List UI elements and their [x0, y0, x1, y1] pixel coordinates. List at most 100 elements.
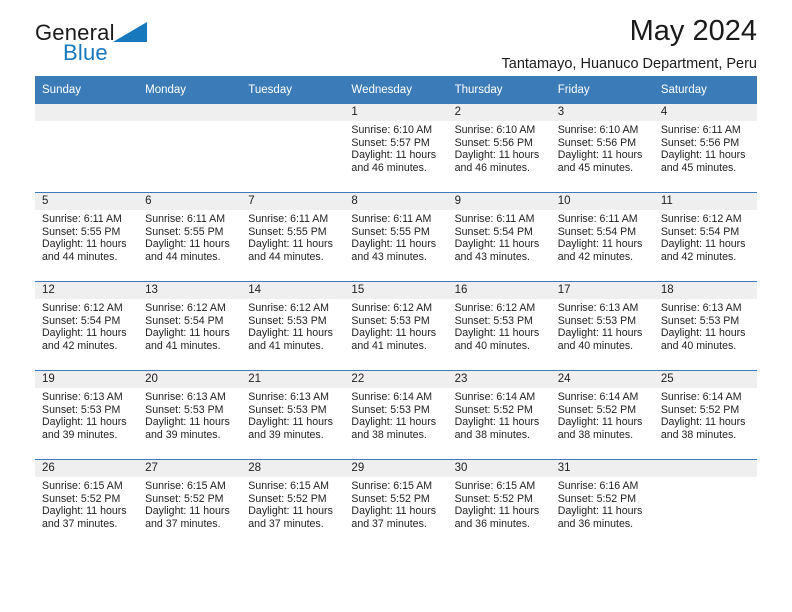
daylight-text-line2: and 39 minutes. [145, 428, 221, 441]
daylight-text-line1: Daylight: 11 hours [248, 416, 333, 429]
day-info: Sunrise: 6:10 AM Sunset: 5:56 PM Daylight:… [448, 121, 551, 174]
sunrise-text: Sunrise: 6:14 AM [454, 391, 536, 403]
calendar-day-cell[interactable]: 4 Sunrise: 6:11 AM Sunset: 5:56 PM Daylight… [653, 104, 757, 193]
calendar-day-cell[interactable]: 11 Sunrise: 6:12 AM Sunset: 5:54 PM Dayligh… [653, 192, 757, 282]
day-number: 20 [138, 371, 242, 388]
sunrise-text: Sunrise: 6:13 AM [248, 391, 329, 403]
daylight-text-line2: and 38 minutes. [557, 428, 634, 441]
sunrise-text: Sunrise: 6:13 AM [145, 391, 226, 403]
daylight-text-line2: and 36 minutes. [454, 517, 530, 530]
calendar-day-cell[interactable]: 9 Sunrise: 6:11 AM Sunset: 5:54 PM Daylight… [447, 192, 551, 282]
day-info: Sunrise: 6:10 AM Sunset: 5:57 PM Daylight:… [344, 121, 447, 174]
calendar-week-row: 19 Sunrise: 6:13 AM Sunset: 5:53 PM Dayligh… [35, 370, 757, 460]
day-number [653, 460, 757, 477]
day-info: Sunrise: 6:11 AM Sunset: 5:54 PM Daylight:… [551, 210, 654, 263]
calendar-day-cell[interactable]: 2 Sunrise: 6:10 AM Sunset: 5:56 PM Daylight… [447, 104, 551, 193]
calendar-cell-empty [241, 104, 345, 193]
calendar-week-row: 26 Sunrise: 6:15 AM Sunset: 5:52 PM Dayligh… [35, 459, 757, 548]
calendar-day-cell[interactable]: 21 Sunrise: 6:13 AM Sunset: 5:53 PM Dayligh… [241, 370, 345, 460]
daylight-text-line1: Daylight: 11 hours [42, 238, 127, 251]
calendar-day-cell[interactable]: 19 Sunrise: 6:13 AM Sunset: 5:53 PM Dayligh… [35, 370, 139, 460]
day-number: 25 [653, 371, 757, 388]
day-number: 1 [344, 104, 448, 121]
calendar-day-cell[interactable]: 6 Sunrise: 6:11 AM Sunset: 5:55 PM Daylight… [138, 192, 242, 282]
day-number [138, 104, 242, 121]
day-number: 14 [241, 282, 345, 299]
calendar-day-cell[interactable]: 12 Sunrise: 6:12 AM Sunset: 5:54 PM Dayligh… [35, 281, 139, 371]
sunrise-text: Sunrise: 6:11 AM [660, 124, 741, 136]
sunset-text: Sunset: 5:53 PM [248, 314, 327, 327]
calendar-day-cell[interactable]: 26 Sunrise: 6:15 AM Sunset: 5:52 PM Dayligh… [35, 459, 139, 548]
sunrise-text: Sunrise: 6:12 AM [454, 302, 536, 314]
calendar-day-cell[interactable]: 13 Sunrise: 6:12 AM Sunset: 5:54 PM Dayligh… [138, 281, 242, 371]
day-info: Sunrise: 6:12 AM Sunset: 5:53 PM Daylight:… [241, 299, 344, 352]
day-number: 5 [35, 193, 139, 210]
day-number: 28 [241, 460, 345, 477]
calendar-day-cell[interactable]: 16 Sunrise: 6:12 AM Sunset: 5:53 PM Dayligh… [447, 281, 551, 371]
weekday-header-friday: Friday [550, 76, 654, 104]
daylight-text-line1: Daylight: 11 hours [351, 238, 437, 251]
calendar-day-cell[interactable]: 17 Sunrise: 6:13 AM Sunset: 5:53 PM Dayligh… [550, 281, 654, 371]
sunrise-text: Sunrise: 6:15 AM [351, 480, 433, 492]
daylight-text-line1: Daylight: 11 hours [248, 238, 333, 251]
location-subtitle: Tantamayo, Huanuco Department, Peru [501, 55, 758, 72]
day-cell-content: 7 Sunrise: 6:11 AM Sunset: 5:55 PM Daylight… [241, 193, 345, 281]
day-cell-content: 24 Sunrise: 6:14 AM Sunset: 5:52 PM Dayligh… [550, 371, 654, 459]
sunrise-text: Sunrise: 6:12 AM [248, 302, 329, 314]
calendar-week-row: 1 Sunrise: 6:10 AM Sunset: 5:57 PM Daylight… [35, 104, 757, 193]
calendar-day-cell[interactable]: 3 Sunrise: 6:10 AM Sunset: 5:56 PM Daylight… [550, 104, 654, 193]
day-info: Sunrise: 6:14 AM Sunset: 5:53 PM Daylight:… [344, 388, 447, 441]
triangle-flag-icon [112, 22, 147, 46]
calendar-day-cell[interactable]: 25 Sunrise: 6:14 AM Sunset: 5:52 PM Dayligh… [653, 370, 757, 460]
calendar-day-cell[interactable]: 18 Sunrise: 6:13 AM Sunset: 5:53 PM Dayligh… [653, 281, 757, 371]
day-cell-content: 8 Sunrise: 6:11 AM Sunset: 5:55 PM Daylight… [344, 193, 448, 281]
calendar-day-cell[interactable]: 31 Sunrise: 6:16 AM Sunset: 5:52 PM Dayligh… [550, 459, 654, 548]
sunrise-text: Sunrise: 6:14 AM [660, 391, 742, 403]
calendar-day-cell[interactable]: 22 Sunrise: 6:14 AM Sunset: 5:53 PM Dayligh… [344, 370, 448, 460]
title-block: May 2024 Tantamayo, Huanuco Department, … [501, 15, 758, 73]
calendar-page: General Blue May 2024 Tantamayo, Huanuco… [0, 0, 792, 612]
day-number: 12 [35, 282, 139, 299]
daylight-text-line2: and 45 minutes. [660, 161, 737, 174]
calendar-day-cell[interactable]: 15 Sunrise: 6:12 AM Sunset: 5:53 PM Dayligh… [344, 281, 448, 371]
calendar-day-cell[interactable]: 27 Sunrise: 6:15 AM Sunset: 5:52 PM Dayligh… [138, 459, 242, 548]
calendar-day-cell[interactable]: 5 Sunrise: 6:11 AM Sunset: 5:55 PM Daylight… [35, 192, 139, 282]
calendar-cell-empty [653, 459, 757, 548]
day-info: Sunrise: 6:15 AM Sunset: 5:52 PM Daylight:… [344, 477, 447, 530]
daylight-text-line1: Daylight: 11 hours [454, 505, 540, 518]
sunrise-text: Sunrise: 6:10 AM [351, 124, 433, 136]
day-cell-content: 31 Sunrise: 6:16 AM Sunset: 5:52 PM Dayligh… [550, 460, 654, 548]
calendar-day-cell[interactable]: 29 Sunrise: 6:15 AM Sunset: 5:52 PM Dayligh… [344, 459, 448, 548]
day-cell-content: 13 Sunrise: 6:12 AM Sunset: 5:54 PM Dayligh… [138, 282, 242, 370]
calendar-day-cell[interactable]: 10 Sunrise: 6:11 AM Sunset: 5:54 PM Dayligh… [550, 192, 654, 282]
day-number: 22 [344, 371, 448, 388]
sunset-text: Sunset: 5:54 PM [145, 314, 224, 327]
daylight-text-line1: Daylight: 11 hours [145, 505, 230, 518]
page-header: General Blue May 2024 Tantamayo, Huanuco… [35, 0, 757, 72]
day-number: 31 [550, 460, 654, 477]
brand-name-blue: Blue [63, 40, 108, 65]
daylight-text-line1: Daylight: 11 hours [557, 416, 643, 429]
sunset-text: Sunset: 5:52 PM [557, 492, 637, 505]
calendar-day-cell[interactable]: 30 Sunrise: 6:15 AM Sunset: 5:52 PM Dayligh… [447, 459, 551, 548]
daylight-text-line2: and 43 minutes. [351, 250, 427, 263]
day-number: 23 [447, 371, 551, 388]
sunset-text: Sunset: 5:54 PM [42, 314, 121, 327]
calendar-day-cell[interactable]: 24 Sunrise: 6:14 AM Sunset: 5:52 PM Dayligh… [550, 370, 654, 460]
daylight-text-line2: and 42 minutes. [557, 250, 634, 263]
day-info: Sunrise: 6:14 AM Sunset: 5:52 PM Daylight:… [551, 388, 654, 441]
calendar-day-cell[interactable]: 1 Sunrise: 6:10 AM Sunset: 5:57 PM Daylight… [344, 104, 448, 193]
calendar-day-cell[interactable]: 23 Sunrise: 6:14 AM Sunset: 5:52 PM Dayligh… [447, 370, 551, 460]
calendar-day-cell[interactable]: 20 Sunrise: 6:13 AM Sunset: 5:53 PM Dayligh… [138, 370, 242, 460]
day-cell-content: 21 Sunrise: 6:13 AM Sunset: 5:53 PM Dayligh… [241, 371, 345, 459]
day-cell-content: 2 Sunrise: 6:10 AM Sunset: 5:56 PM Daylight… [447, 104, 551, 192]
calendar-day-cell[interactable]: 14 Sunrise: 6:12 AM Sunset: 5:53 PM Dayligh… [241, 281, 345, 371]
sunset-text: Sunset: 5:56 PM [557, 136, 637, 149]
day-number: 4 [653, 104, 757, 121]
daylight-text-line2: and 40 minutes. [454, 339, 530, 352]
calendar-day-cell[interactable]: 7 Sunrise: 6:11 AM Sunset: 5:55 PM Daylight… [241, 192, 345, 282]
calendar-day-cell[interactable]: 8 Sunrise: 6:11 AM Sunset: 5:55 PM Daylight… [344, 192, 448, 282]
day-info: Sunrise: 6:13 AM Sunset: 5:53 PM Daylight:… [35, 388, 138, 441]
calendar-day-cell[interactable]: 28 Sunrise: 6:15 AM Sunset: 5:52 PM Dayligh… [241, 459, 345, 548]
brand-logo[interactable]: General Blue [35, 22, 295, 64]
